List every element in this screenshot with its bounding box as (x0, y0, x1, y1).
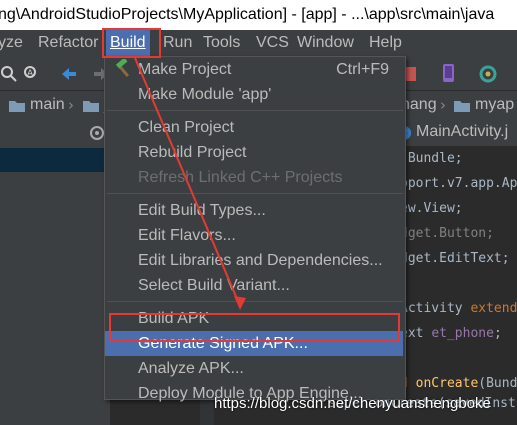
annotation-arrow-line (134, 57, 241, 307)
build-menu-highlight-box (102, 28, 161, 58)
annotation-overlay (102, 28, 400, 342)
watermark-text: https://blog.csdn.net/chenyuanshengboke (214, 395, 491, 412)
signed-apk-highlight-box (109, 313, 400, 342)
annotation-arrow-head (234, 296, 246, 310)
